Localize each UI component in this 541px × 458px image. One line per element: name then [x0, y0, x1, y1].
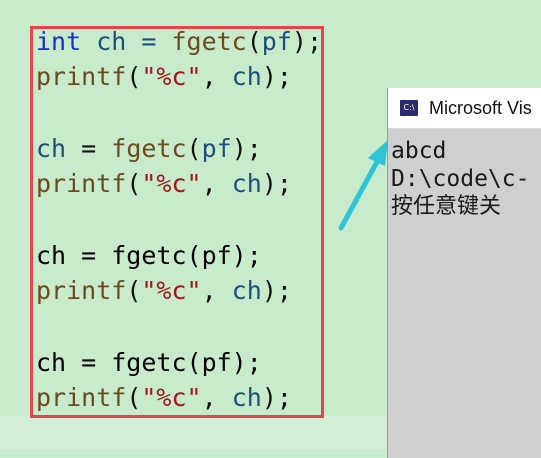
arrow-head — [368, 140, 388, 166]
annotation-arrow — [338, 140, 388, 231]
arrow-shaft — [338, 157, 381, 231]
